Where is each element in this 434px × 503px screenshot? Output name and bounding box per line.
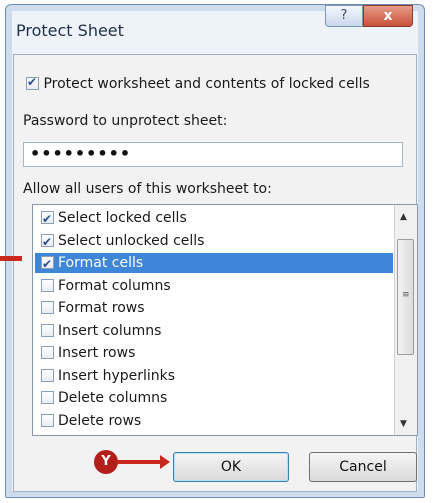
protect-sheet-dialog: Protect Sheet ? x Protect worksheet and … — [5, 4, 425, 498]
password-field[interactable]: ••••••••• — [23, 142, 403, 167]
password-label: Password to unprotect sheet: — [23, 113, 228, 129]
permission-checkbox[interactable] — [41, 254, 54, 274]
permission-item[interactable]: Select locked cells — [35, 208, 393, 229]
permission-checkbox[interactable] — [41, 391, 54, 404]
cancel-button[interactable]: Cancel — [309, 452, 417, 482]
permission-label: Insert rows — [58, 345, 136, 361]
callout-arrow-head-icon — [160, 455, 170, 469]
permission-label: Select unlocked cells — [58, 232, 205, 249]
protect-worksheet-checkbox[interactable] — [26, 75, 39, 90]
permission-item[interactable]: Delete rows — [35, 411, 393, 431]
help-button[interactable]: ? — [325, 5, 363, 27]
permission-item[interactable]: Insert hyperlinks — [35, 366, 393, 386]
permission-item[interactable]: Insert rows — [35, 343, 393, 363]
dialog-title: Protect Sheet — [16, 21, 124, 40]
permission-item[interactable]: Format cells — [35, 253, 393, 274]
scroll-up-icon[interactable]: ▲ — [400, 212, 407, 222]
permission-checkbox[interactable] — [41, 346, 54, 359]
callout-arrow-line — [118, 460, 164, 464]
step-callout: Y — [94, 450, 118, 474]
permission-checkbox[interactable] — [41, 232, 54, 252]
permission-item[interactable]: Format rows — [35, 298, 393, 318]
permission-checkbox[interactable] — [41, 323, 54, 337]
permissions-scrollbar[interactable]: ▲ ≡ ▼ — [394, 205, 417, 435]
permission-label: Format rows — [58, 300, 145, 316]
permission-label: Delete rows — [58, 412, 142, 429]
protect-worksheet-label: Protect worksheet and contents of locked… — [43, 76, 370, 92]
permissions-list[interactable]: Select locked cells Select unlocked cells… — [32, 204, 418, 436]
permission-checkbox[interactable] — [41, 301, 54, 314]
permission-label: Format columns — [58, 277, 171, 294]
allow-users-label: Allow all users of this worksheet to: — [23, 181, 272, 197]
annotation-arrow — [0, 256, 22, 261]
grip-icon: ≡ — [402, 290, 410, 300]
permission-checkbox[interactable] — [41, 413, 54, 427]
permission-checkbox[interactable] — [41, 209, 54, 229]
permission-checkbox[interactable] — [41, 368, 54, 382]
permission-label: Delete columns — [58, 390, 168, 406]
permission-item[interactable]: Insert columns — [35, 321, 393, 341]
permission-checkbox[interactable] — [41, 278, 54, 292]
permission-label: Select locked cells — [58, 210, 187, 226]
permission-label: Insert hyperlinks — [58, 367, 176, 384]
permission-item[interactable]: Delete columns — [35, 388, 393, 408]
protect-worksheet-option[interactable]: Protect worksheet and contents of locked… — [26, 75, 370, 92]
permission-item[interactable]: Format columns — [35, 276, 393, 296]
close-button[interactable]: x — [363, 5, 413, 27]
permission-label: Insert columns — [58, 322, 162, 339]
permission-item[interactable]: Select unlocked cells — [35, 231, 393, 252]
help-icon: ? — [340, 8, 348, 23]
scroll-thumb[interactable]: ≡ — [397, 239, 414, 355]
permission-label: Format cells — [58, 255, 144, 271]
scroll-down-icon[interactable]: ▼ — [400, 419, 407, 429]
ok-button[interactable]: OK — [173, 452, 289, 482]
close-icon: x — [383, 8, 393, 24]
